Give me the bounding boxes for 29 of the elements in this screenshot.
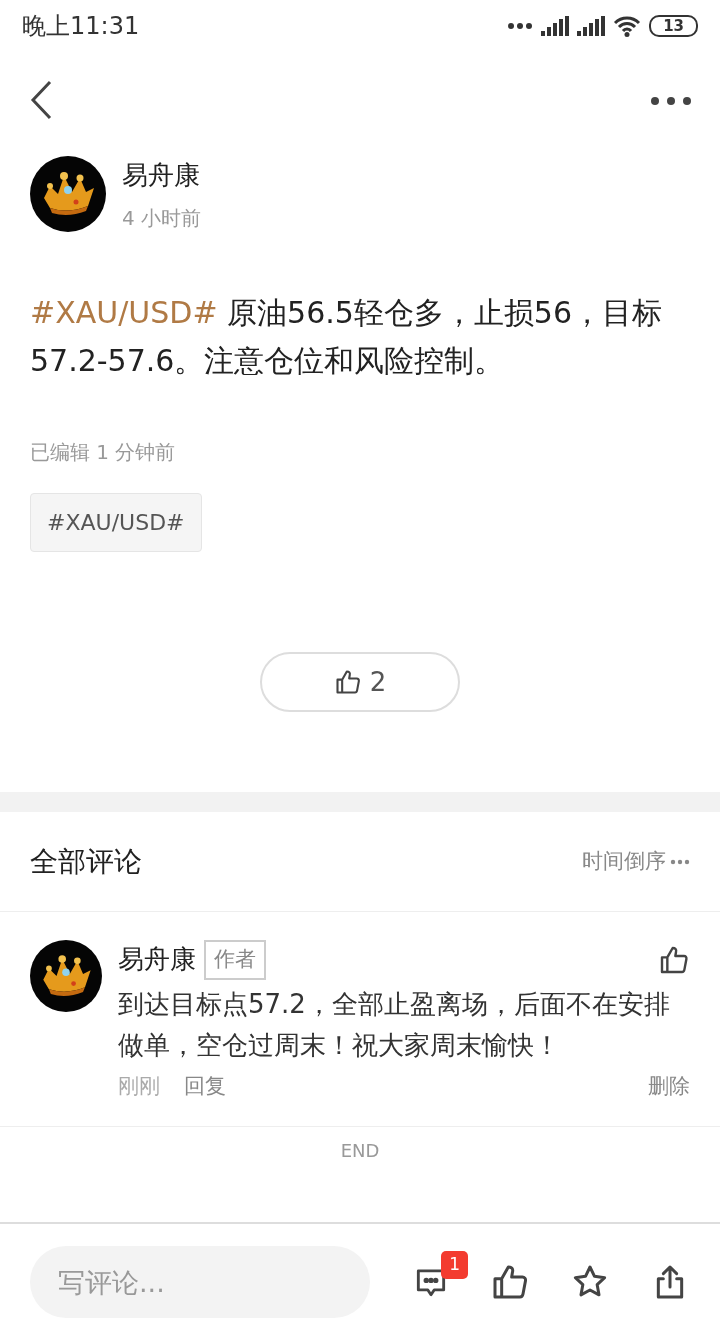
delete-button[interactable]: 删除	[648, 1070, 690, 1103]
topic-tag[interactable]: #XAU/USD#	[30, 493, 202, 552]
comment-input[interactable]: 写评论...	[30, 1246, 370, 1318]
comment-text: 到达目标点57.2，全部止盈离场，后面不在安排做单，空仓过周末！祝大家周末愉快！	[118, 987, 671, 1063]
author-name[interactable]: 易舟康	[122, 156, 202, 195]
edited-time: 已编辑 1 分钟前	[29, 439, 177, 466]
author-name[interactable]: 易舟康	[118, 940, 196, 980]
battery-indicator: 13	[649, 15, 698, 37]
avatar	[30, 940, 102, 1012]
like-button[interactable]: 2	[260, 652, 460, 712]
end-label: END	[340, 1139, 380, 1164]
hashtag-link[interactable]: #XAU/USD#	[30, 295, 218, 330]
thumbs-up-icon	[333, 668, 362, 696]
post-text: #XAU/USD# 原油56.5轻仓多，止损56，目标57.2-57.6。注意仓位和风险控制。	[29, 294, 664, 380]
author-badge: 作者	[204, 940, 266, 980]
signal-icon	[541, 16, 570, 36]
more-icon	[507, 22, 534, 30]
comment-time: 刚刚	[118, 1072, 160, 1100]
count-badge: 1	[441, 1251, 468, 1279]
reply-button[interactable]: 回复	[184, 1070, 226, 1103]
signal-icon	[577, 16, 606, 36]
sort-button[interactable]: 时间倒序	[582, 845, 690, 878]
more-icon	[650, 95, 692, 106]
back-button[interactable]	[28, 79, 54, 121]
section-title: 全部评论	[30, 843, 142, 880]
more-icon	[670, 858, 690, 865]
post-time: 4 小时前	[122, 205, 202, 232]
wifi-icon	[613, 15, 642, 37]
status-time: 晚上11:31	[22, 11, 140, 42]
